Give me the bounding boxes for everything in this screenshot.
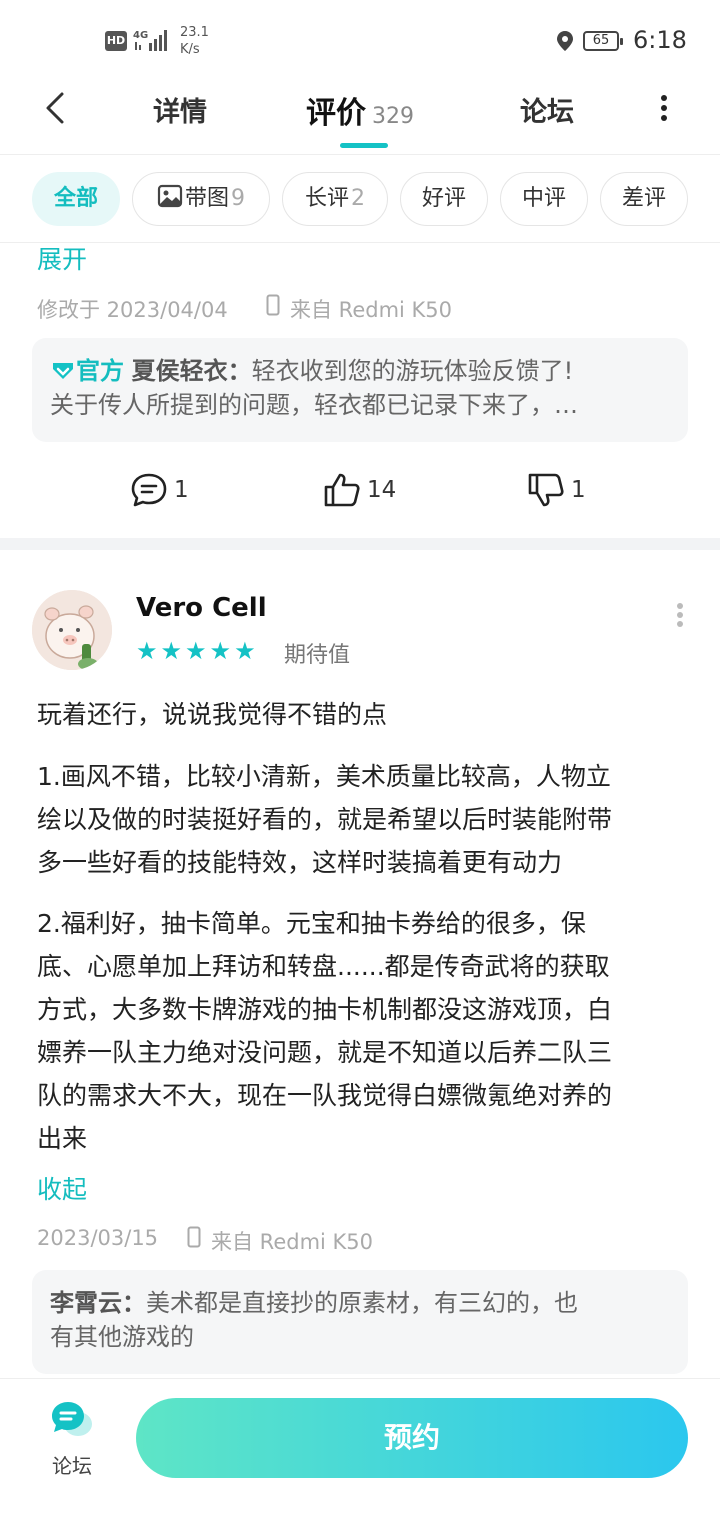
- network-speed: 23.1 K/s: [180, 25, 209, 57]
- reply-text: 有其他游戏的: [50, 1323, 194, 1351]
- filter-negative[interactable]: 差评: [600, 172, 688, 226]
- review-paragraph: 1.画风不错，比较小清新，美术质量比较高，人物立 绘以及做的时装挺好看的，就是希…: [37, 762, 613, 877]
- signal-icon: 4G: [133, 30, 167, 51]
- dislike-count: 1: [571, 477, 586, 503]
- filter-positive[interactable]: 好评: [400, 172, 488, 226]
- section-separator: [0, 538, 720, 550]
- status-bar: HD 4G 23.1 K/s 65 6:18: [0, 0, 720, 80]
- like-count: 14: [367, 477, 397, 503]
- official-reply[interactable]: 官方 夏侯轻衣：轻衣收到您的游玩体验反馈了! 关于传人所提到的问题，轻衣都已记录…: [32, 338, 688, 442]
- reply-author: 夏侯轻衣: [131, 357, 228, 385]
- review-more-icon[interactable]: [670, 600, 690, 630]
- filter-label: 全部: [53, 186, 98, 211]
- reply-text: 美术都是直接抄的原素材，有三幻的，也: [146, 1289, 578, 1317]
- more-options-icon[interactable]: [650, 92, 678, 124]
- dislike-button[interactable]: 1: [527, 470, 586, 510]
- review-device: 来自 Redmi K50: [290, 298, 453, 322]
- tab-reviews[interactable]: 评价 329: [306, 88, 414, 132]
- reply-author: 李霄云: [50, 1289, 122, 1317]
- reserve-button[interactable]: 预约: [136, 1398, 688, 1478]
- official-badge-icon: [53, 363, 73, 379]
- comment-count: 1: [174, 477, 189, 503]
- filter-label: 差评: [621, 186, 666, 211]
- reply-text: 关于传人所提到的问题，轻衣都已记录下来了，…: [50, 391, 578, 419]
- star-rating: ★★★★★: [136, 637, 259, 665]
- hd-badge: HD: [105, 31, 127, 51]
- review-paragraph: 2.福利好，抽卡简单。元宝和抽卡券给的很多，保 底、心愿单加上拜访和转盘....…: [37, 909, 613, 1153]
- rating-tag: 期待值: [284, 643, 351, 668]
- forum-icon[interactable]: [50, 1400, 94, 1440]
- clock: 6:18: [633, 26, 687, 54]
- back-arrow-icon[interactable]: [38, 90, 74, 126]
- collapse-link[interactable]: 收起: [37, 1170, 87, 1206]
- phone-icon: [187, 1226, 201, 1248]
- divider: [0, 154, 720, 155]
- review-paragraph: 玩着还行，说说我觉得不错的点: [37, 700, 388, 729]
- reply-text: 轻衣收到您的游玩体验反馈了!: [251, 357, 574, 385]
- tab-forum[interactable]: 论坛: [520, 90, 574, 129]
- filter-with-images[interactable]: 带图9: [132, 172, 270, 226]
- reply-separator: ：: [122, 1289, 146, 1317]
- phone-icon: [266, 294, 280, 316]
- official-badge: 官方: [76, 357, 124, 385]
- active-tab-indicator: [340, 143, 388, 148]
- star-icon: ★: [185, 637, 210, 665]
- location-icon: [557, 31, 573, 51]
- svg-text:4G: 4G: [133, 30, 148, 41]
- review-date: 2023/03/15: [37, 1226, 159, 1250]
- forum-label[interactable]: 论坛: [52, 1450, 92, 1479]
- filter-label: 长评: [304, 186, 349, 211]
- filter-label: 带图: [184, 186, 229, 211]
- reply-preview[interactable]: 李霄云：美术都是直接抄的原素材，有三幻的，也 有其他游戏的: [32, 1270, 688, 1374]
- review-device: 来自 Redmi K50: [211, 1230, 374, 1254]
- star-icon: ★: [209, 637, 235, 665]
- star-icon: ★: [234, 637, 259, 665]
- battery-icon: 65: [583, 31, 623, 51]
- thumbs-down-icon: [528, 473, 564, 507]
- comment-icon: [131, 473, 167, 507]
- reply-separator: ：: [227, 357, 252, 385]
- filter-count: 9: [231, 186, 245, 211]
- expand-link[interactable]: 展开: [37, 240, 87, 276]
- star-icon: ★: [136, 637, 161, 665]
- review-modified-date: 修改于 2023/04/04: [37, 298, 228, 322]
- review-count: 329: [372, 104, 414, 129]
- filter-neutral[interactable]: 中评: [500, 172, 588, 226]
- star-icon: ★: [160, 637, 186, 665]
- thumbs-up-icon: [324, 473, 360, 507]
- filter-label: 好评: [421, 186, 466, 211]
- filter-long-reviews[interactable]: 长评2: [282, 172, 388, 226]
- image-icon: [157, 184, 183, 208]
- filter-all[interactable]: 全部: [32, 172, 120, 226]
- divider: [0, 242, 720, 243]
- comment-button[interactable]: 1: [130, 470, 189, 510]
- username[interactable]: Vero Cell: [136, 593, 267, 623]
- tab-reviews-label: 评价: [306, 96, 366, 131]
- filter-label: 中评: [521, 186, 566, 211]
- filter-count: 2: [351, 186, 365, 211]
- like-button[interactable]: 14: [323, 470, 396, 510]
- avatar[interactable]: [32, 590, 112, 670]
- pig-avatar-icon: [32, 590, 112, 670]
- tab-details[interactable]: 详情: [153, 90, 207, 129]
